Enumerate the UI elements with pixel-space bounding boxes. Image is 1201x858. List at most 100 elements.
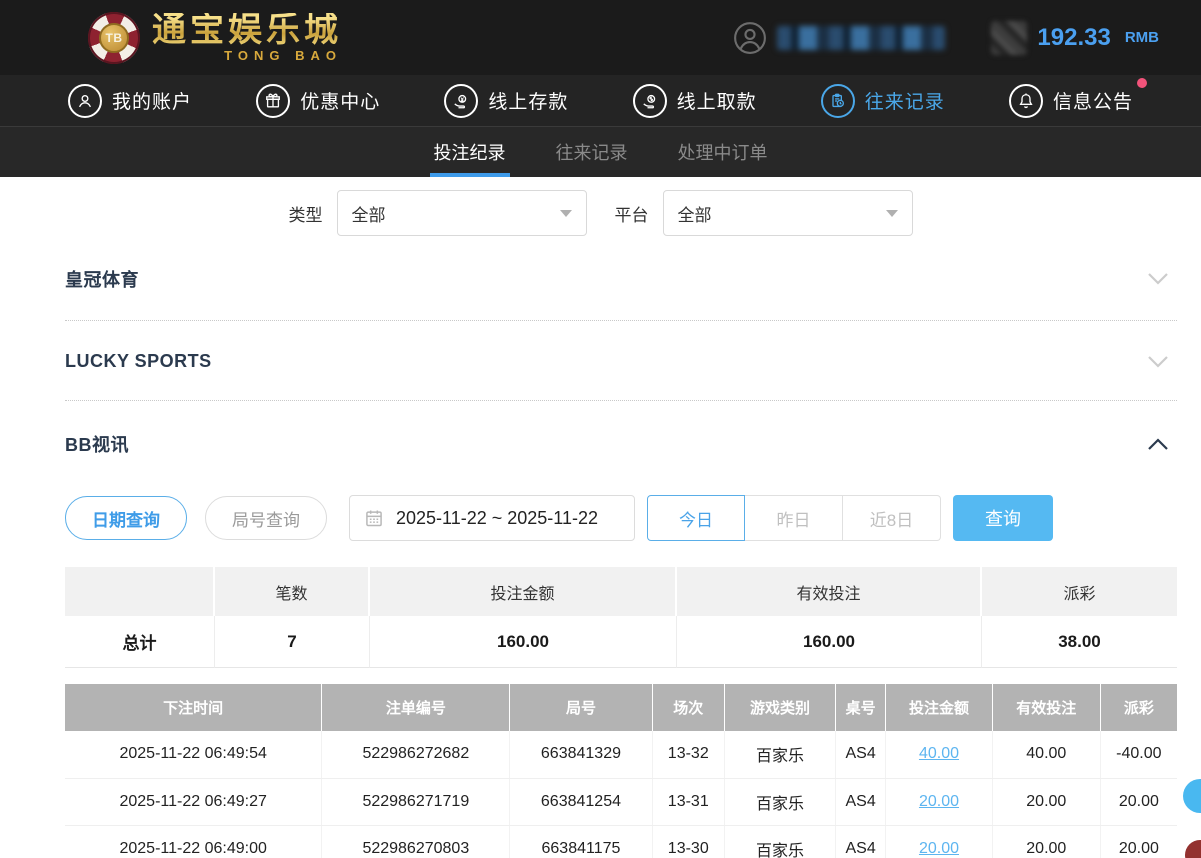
deposit-icon [444, 84, 478, 118]
table-cell: 13-31 [652, 778, 724, 825]
table-header-cell: 场次 [652, 684, 724, 731]
section-header-bb-video[interactable]: BB视讯 [65, 401, 1177, 485]
user-avatar-icon [733, 21, 767, 55]
type-filter-label: 类型 [289, 201, 323, 226]
balance-amount: 192.33 [1037, 24, 1110, 52]
nav-item-label: 往来记录 [865, 87, 945, 114]
table-cell: 百家乐 [724, 778, 835, 825]
site-logo[interactable]: TB 通宝娱乐城 TONG BAO [88, 12, 342, 64]
round-query-button[interactable]: 局号查询 [205, 496, 327, 540]
bet-amount-cell: 20.00 [886, 825, 993, 858]
nav-item-records[interactable]: 往来记录 [821, 84, 945, 118]
summary-total-value: 38.00 [982, 616, 1177, 668]
table-header-cell: 投注金额 [886, 684, 993, 731]
date-query-button[interactable]: 日期查询 [65, 496, 187, 540]
section-title: LUCKY SPORTS [65, 351, 212, 372]
nav-item-withdraw[interactable]: 线上取款 [633, 84, 757, 118]
nav-item-label: 优惠中心 [300, 87, 380, 114]
provider-sections: 皇冠体育 LUCKY SPORTS BB视讯 [65, 236, 1177, 485]
table-cell: AS4 [836, 825, 886, 858]
chevron-up-icon [1147, 437, 1169, 451]
summary-total-label: 总计 [65, 616, 215, 668]
platform-select-value: 全部 [678, 201, 712, 226]
records-icon [821, 84, 855, 118]
logo-text: 通宝娱乐城 TONG BAO [152, 13, 342, 62]
poker-chip-icon: TB [88, 12, 140, 64]
bet-amount-link[interactable]: 20.00 [919, 840, 959, 857]
payout-cell: 20.00 [1100, 825, 1177, 858]
type-select-value: 全部 [352, 201, 386, 226]
platform-filter-label: 平台 [615, 201, 649, 226]
chevron-down-icon [560, 210, 572, 217]
content: 皇冠体育LUCKY SPORTSBB视讯 日期查询 局号查询 2025-11-2… [0, 236, 1201, 858]
nav-item-deposit[interactable]: 线上存款 [444, 84, 568, 118]
header-right: 192.33 RMB [733, 21, 1159, 55]
tab-bet-records[interactable]: 投注纪录 [430, 127, 510, 177]
bet-amount-link[interactable]: 20.00 [919, 793, 959, 810]
type-filter-group: 类型 全部 [289, 190, 587, 236]
table-cell: 663841329 [510, 731, 652, 778]
table-cell: 13-30 [652, 825, 724, 858]
table-cell: 百家乐 [724, 825, 835, 858]
query-controls: 日期查询 局号查询 2025-11-22 ~ 2025-11-22 今日 昨日 … [65, 495, 1177, 541]
table-row: 2025-11-22 06:49:54522986272682663841329… [65, 731, 1177, 778]
payout-cell: -40.00 [1100, 731, 1177, 778]
table-row: 2025-11-22 06:49:27522986271719663841254… [65, 778, 1177, 825]
summary-total-row: 总计7160.00160.0038.00 [65, 616, 1177, 668]
summary-header-cell [65, 567, 215, 616]
table-cell: 百家乐 [724, 731, 835, 778]
table-cell: 522986272682 [322, 731, 510, 778]
username-redacted [777, 26, 945, 50]
nav-item-bell[interactable]: 信息公告 [1009, 84, 1133, 118]
table-header-cell: 有效投注 [992, 684, 1100, 731]
balance[interactable]: 192.33 RMB [991, 21, 1159, 55]
nav-item-gift[interactable]: 优惠中心 [256, 84, 380, 118]
search-button[interactable]: 查询 [953, 495, 1053, 541]
nav-item-label: 线上取款 [677, 87, 757, 114]
table-header-cell: 桌号 [836, 684, 886, 731]
user-icon [68, 84, 102, 118]
platform-select[interactable]: 全部 [663, 190, 913, 236]
summary-total-value: 7 [215, 616, 370, 668]
chevron-down-icon [886, 210, 898, 217]
bell-icon [1009, 84, 1043, 118]
table-cell: 522986271719 [322, 778, 510, 825]
chip-monogram: TB [99, 23, 129, 53]
logo-title-cn: 通宝娱乐城 [152, 13, 342, 47]
summary-total-value: 160.00 [677, 616, 982, 668]
section-header-lucky-sports[interactable]: LUCKY SPORTS [65, 321, 1177, 401]
table-cell: 2025-11-22 06:49:00 [65, 825, 322, 858]
table-cell: AS4 [836, 731, 886, 778]
summary-header-cell: 有效投注 [677, 567, 982, 616]
logo-title-en: TONG BAO [152, 49, 342, 62]
user-account[interactable] [733, 21, 945, 55]
chevron-down-icon [1147, 355, 1169, 369]
section-header-crown-sports[interactable]: 皇冠体育 [65, 236, 1177, 321]
yesterday-button[interactable]: 昨日 [745, 495, 843, 541]
table-cell: 663841175 [510, 825, 652, 858]
bet-records-table: 下注时间注单编号局号场次游戏类别桌号投注金额有效投注派彩 2025-11-22 … [65, 684, 1177, 858]
table-header-cell: 注单编号 [322, 684, 510, 731]
quick-range-group: 今日 昨日 近8日 [647, 495, 941, 541]
tab-transactions[interactable]: 往来记录 [552, 127, 632, 177]
nav-item-label: 线上存款 [488, 87, 568, 114]
notification-dot [1137, 78, 1147, 88]
tab-pending-orders[interactable]: 处理中订单 [674, 127, 772, 177]
date-range-input[interactable]: 2025-11-22 ~ 2025-11-22 [349, 495, 635, 541]
calendar-icon [364, 508, 384, 528]
last-8-days-button[interactable]: 近8日 [843, 495, 941, 541]
section-title: BB视讯 [65, 431, 129, 457]
nav-item-user[interactable]: 我的账户 [68, 84, 192, 118]
type-select[interactable]: 全部 [337, 190, 587, 236]
bet-amount-link[interactable]: 40.00 [919, 745, 959, 762]
table-cell: 40.00 [992, 731, 1100, 778]
filter-row: 类型 全部 平台 全部 [0, 190, 1201, 236]
table-cell: 20.00 [992, 825, 1100, 858]
summary-header-row: 笔数投注金额有效投注派彩 [65, 567, 1177, 616]
today-button[interactable]: 今日 [647, 495, 745, 541]
chevron-down-icon [1147, 272, 1169, 286]
nav-item-label: 信息公告 [1053, 87, 1133, 114]
table-header-cell: 局号 [510, 684, 652, 731]
date-range-value: 2025-11-22 ~ 2025-11-22 [396, 508, 598, 529]
table-cell: 522986270803 [322, 825, 510, 858]
